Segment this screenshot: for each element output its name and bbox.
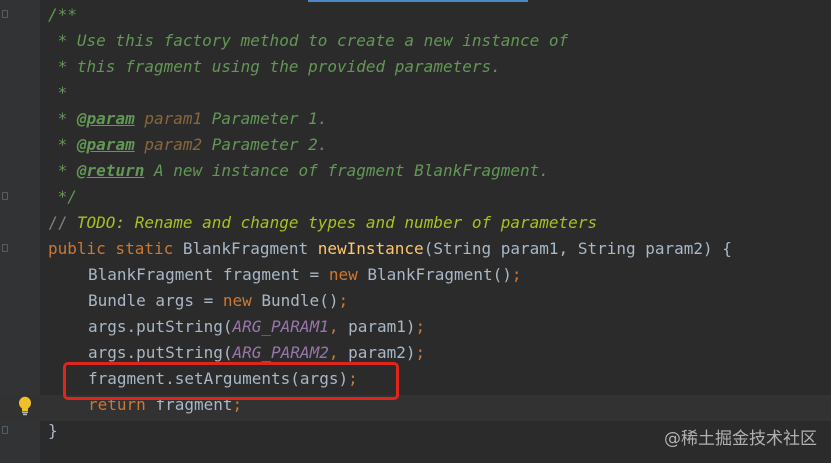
code-token: * xyxy=(48,135,77,154)
lightbulb-icon[interactable] xyxy=(17,396,33,416)
code-token: Bundle args = xyxy=(88,291,223,310)
fold-marker-icon[interactable] xyxy=(2,426,8,434)
fold-marker-icon[interactable] xyxy=(2,192,8,200)
code-line[interactable]: // TODO: Rename and change types and num… xyxy=(48,210,831,236)
code-token: A new instance of fragment BlankFragment… xyxy=(144,161,549,180)
code-line[interactable]: * Use this factory method to create a ne… xyxy=(48,28,831,54)
code-token: /** xyxy=(48,5,77,24)
code-token: ; xyxy=(338,291,349,310)
code-token: * this fragment using the provided param… xyxy=(48,57,501,76)
code-line[interactable]: /** xyxy=(48,2,831,28)
code-token: , xyxy=(328,343,349,362)
code-line[interactable]: */ xyxy=(48,184,831,210)
fold-marker-icon[interactable] xyxy=(2,244,8,252)
code-line[interactable]: * xyxy=(48,80,831,106)
code-token: public static xyxy=(48,239,183,258)
code-token: param2) xyxy=(348,343,416,362)
code-token: Parameter 1. xyxy=(202,109,328,128)
code-line[interactable]: * @param param2 Parameter 2. xyxy=(48,132,831,158)
code-token: @param xyxy=(76,109,135,128)
code-token: newInstance xyxy=(317,239,424,258)
editor-gutter[interactable] xyxy=(0,0,40,463)
code-token: ; xyxy=(415,343,426,362)
code-token: new xyxy=(222,291,262,310)
code-token: ARG_PARAM1 xyxy=(232,317,329,336)
code-token: Bundle() xyxy=(261,291,339,310)
code-token: args.putString( xyxy=(88,317,233,336)
code-token: BlankFragment() xyxy=(367,265,512,284)
code-token: ; xyxy=(415,317,426,336)
code-token: @return xyxy=(76,161,145,180)
code-token: @param xyxy=(76,135,135,154)
code-token: TODO: Rename and change types and number… xyxy=(76,213,598,232)
code-token: * Use this factory method to create a ne… xyxy=(48,31,569,50)
code-token: BlankFragment xyxy=(182,239,318,258)
watermark: @稀土掘金技术社区 xyxy=(664,429,817,449)
code-line[interactable]: public static BlankFragment newInstance(… xyxy=(48,236,831,262)
code-line[interactable]: * this fragment using the provided param… xyxy=(48,54,831,80)
code-token: * xyxy=(48,161,77,180)
code-token: BlankFragment fragment = xyxy=(88,265,329,284)
code-token: , xyxy=(328,317,349,336)
code-line[interactable]: args.putString(ARG_PARAM1, param1); xyxy=(48,314,831,340)
code-token: * xyxy=(48,83,68,102)
code-line[interactable]: BlankFragment fragment = new BlankFragme… xyxy=(48,262,831,288)
code-line[interactable]: Bundle args = new Bundle(); xyxy=(48,288,831,314)
code-token: new xyxy=(328,265,368,284)
code-token: args.putString( xyxy=(88,343,233,362)
code-line[interactable]: * @return A new instance of fragment Bla… xyxy=(48,158,831,184)
code-token: param1) xyxy=(348,317,416,336)
code-line[interactable]: * @param param1 Parameter 1. xyxy=(48,106,831,132)
annotation-highlight-box xyxy=(63,362,399,400)
code-token: } xyxy=(48,421,58,440)
code-token: param2 xyxy=(144,135,203,154)
code-token: ARG_PARAM2 xyxy=(232,343,329,362)
code-token: ; xyxy=(511,265,522,284)
code-token: // xyxy=(48,213,77,232)
code-token: * xyxy=(48,109,77,128)
fold-marker-icon[interactable] xyxy=(2,10,8,18)
code-token: (String param1, String param2) { xyxy=(423,239,732,258)
code-token: param1 xyxy=(144,109,203,128)
code-token: Parameter 2. xyxy=(202,135,328,154)
code-token: */ xyxy=(48,187,77,206)
